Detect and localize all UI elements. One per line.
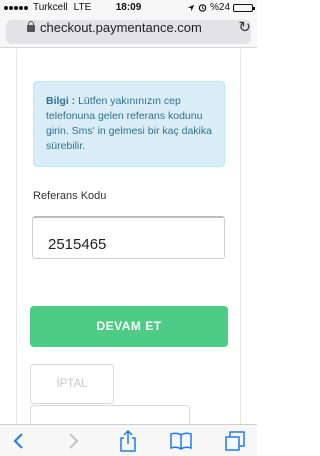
reference-code-label: Referans Kodu (33, 190, 107, 202)
battery-percent: %24 (209, 2, 230, 13)
left-divider (16, 49, 17, 424)
right-divider (240, 49, 241, 424)
bookmarks-icon[interactable] (169, 429, 193, 453)
reference-code-input[interactable] (32, 216, 225, 259)
status-bar: Turkcell LTE 18:09 %24 (0, 0, 257, 16)
lock-icon (27, 21, 35, 32)
browser-toolbar (0, 424, 257, 456)
continue-button[interactable]: DEVAM ET (30, 306, 228, 347)
forward-icon[interactable] (62, 429, 86, 453)
alarm-icon (198, 4, 207, 12)
location-icon (187, 4, 195, 11)
info-alert: Bilgi : Lütfen yakınınızın cep telefonun… (33, 81, 225, 167)
address-bar: checkout.paymentance.com ↻ (0, 16, 257, 48)
cancel-button[interactable]: İPTAL (30, 364, 114, 404)
page-content: Bilgi : Lütfen yakınınızın cep telefonun… (0, 49, 257, 424)
battery-icon (233, 3, 255, 12)
back-icon[interactable] (6, 429, 30, 453)
url-text[interactable]: checkout.paymentance.com (40, 20, 202, 35)
share-icon[interactable] (116, 429, 140, 453)
secondary-button[interactable] (30, 405, 190, 424)
status-right: %24 (187, 2, 255, 13)
reload-icon[interactable]: ↻ (238, 18, 251, 36)
info-title: Bilgi : (46, 95, 76, 107)
tabs-icon[interactable] (223, 429, 247, 453)
